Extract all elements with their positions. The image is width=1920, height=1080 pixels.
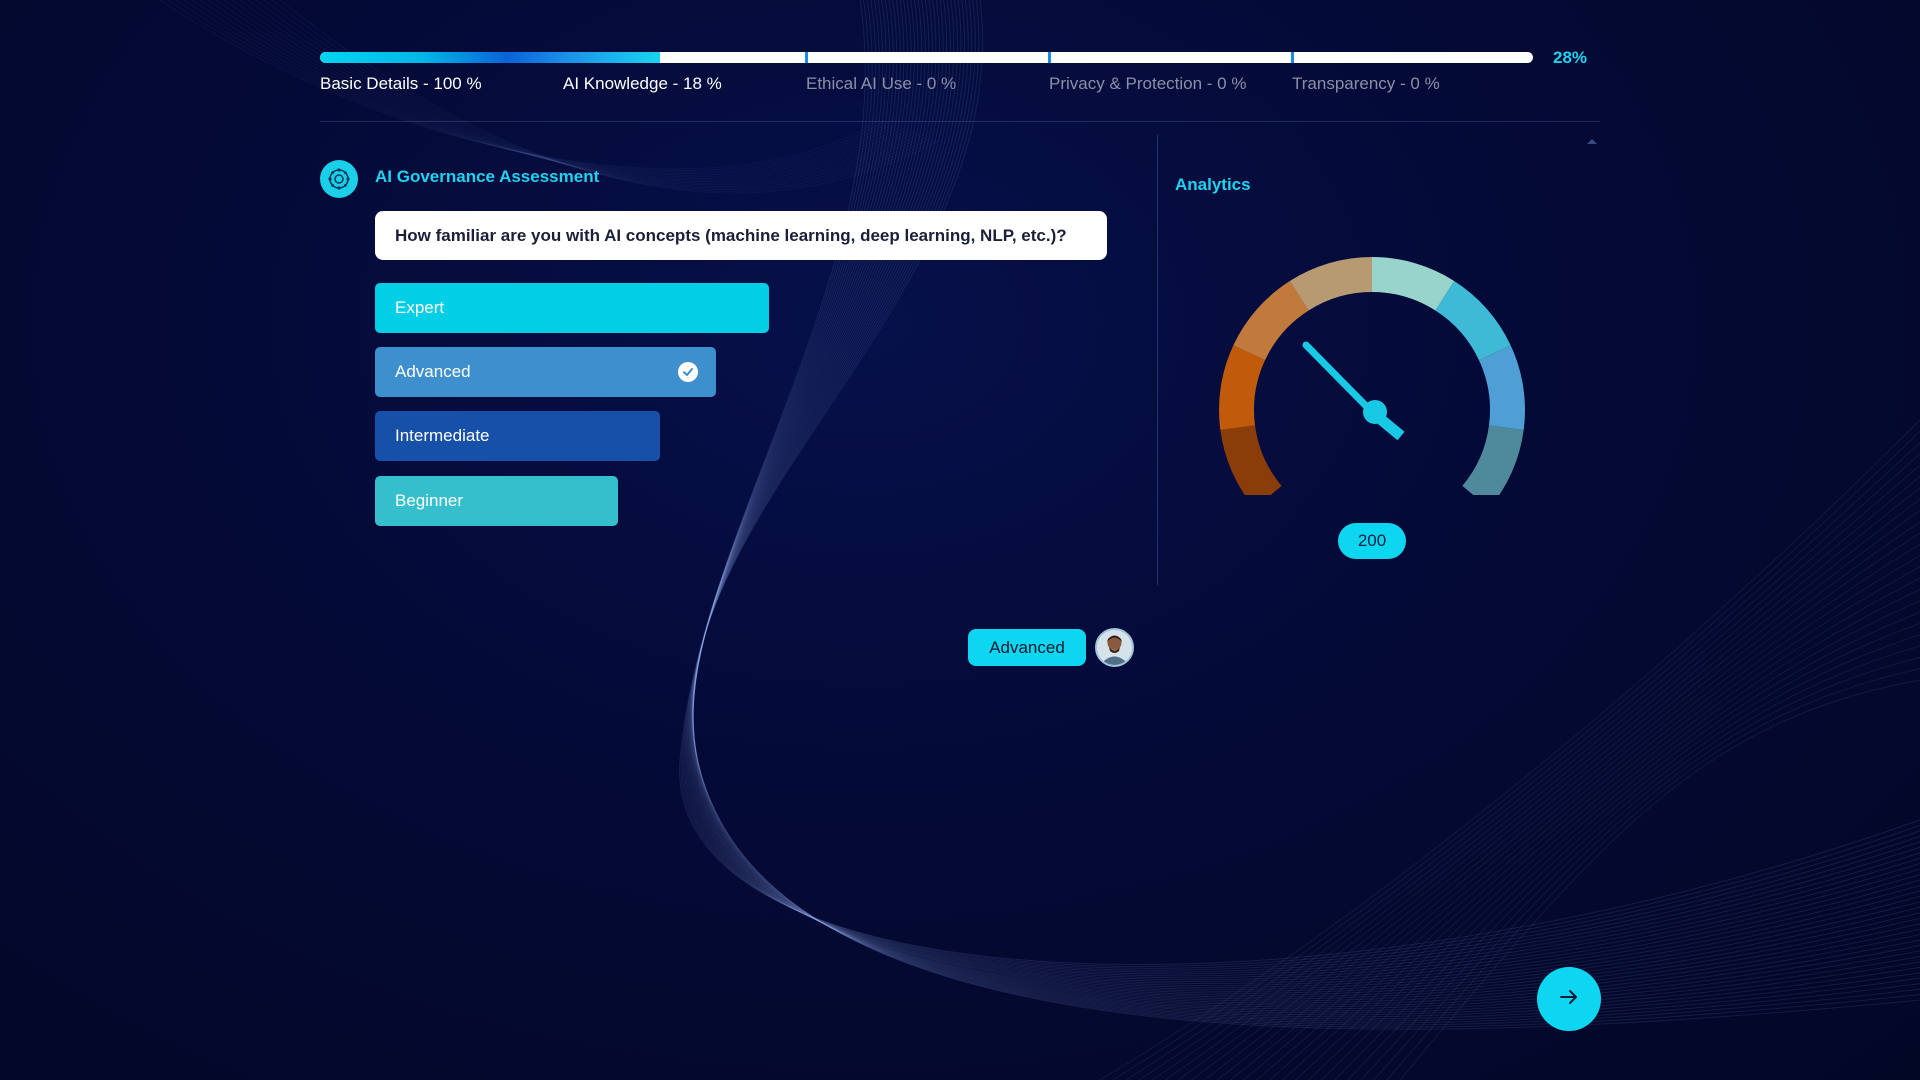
gauge-segment <box>1219 345 1266 430</box>
option-beginner[interactable]: Beginner <box>375 476 618 526</box>
option-label: Intermediate <box>395 426 490 445</box>
progress-divider <box>805 52 808 63</box>
stage-privacy-protection[interactable]: Privacy & Protection - 0 % <box>1049 74 1246 94</box>
reply-label: Advanced <box>989 637 1065 657</box>
gauge-needle <box>1302 341 1405 441</box>
check-icon <box>678 362 698 382</box>
gauge-value: 200 <box>1338 523 1406 559</box>
background-mesh <box>159 0 1920 1080</box>
gauge-segment <box>1462 425 1524 495</box>
option-intermediate[interactable]: Intermediate <box>375 411 660 461</box>
progress-percent: 28% <box>1553 48 1588 67</box>
stage-basic-details[interactable]: Basic Details - 100 % <box>320 74 482 94</box>
analytics-title: Analytics <box>1175 175 1251 194</box>
option-label: Expert <box>395 298 445 317</box>
option-expert[interactable]: Expert <box>375 283 769 333</box>
question-text: How familiar are you with AI concepts (m… <box>395 225 1067 245</box>
stage-ai-knowledge[interactable]: AI Knowledge - 18 % <box>563 74 722 94</box>
arrow-right-icon <box>1557 985 1581 1014</box>
gauge-segment <box>1435 280 1511 361</box>
ai-brain-icon <box>320 160 358 198</box>
gauge-segment <box>1220 425 1282 495</box>
progress-divider <box>1048 52 1051 63</box>
stage-ethical-ai-use[interactable]: Ethical AI Use - 0 % <box>806 74 956 94</box>
next-button[interactable] <box>1537 967 1601 1031</box>
gauge-segment <box>1233 280 1309 361</box>
stage-transparency[interactable]: Transparency - 0 % <box>1292 74 1440 94</box>
scroll-up-icon[interactable] <box>1587 139 1597 144</box>
panel-divider <box>1157 135 1158 585</box>
progress-divider <box>1291 52 1294 63</box>
progress-bar <box>320 52 1533 63</box>
reply-chip: Advanced <box>968 629 1086 666</box>
assessment-title: AI Governance Assessment <box>375 167 600 186</box>
avatar <box>1095 628 1134 667</box>
option-label: Beginner <box>395 491 464 510</box>
option-label: Advanced <box>395 362 471 381</box>
question-bubble: How familiar are you with AI concepts (m… <box>375 211 1107 260</box>
option-advanced[interactable]: Advanced <box>375 347 716 397</box>
speed-gauge <box>1219 257 1525 495</box>
gauge-segment <box>1478 345 1525 430</box>
progress-bar-fill <box>320 52 660 63</box>
header-divider <box>320 121 1600 122</box>
